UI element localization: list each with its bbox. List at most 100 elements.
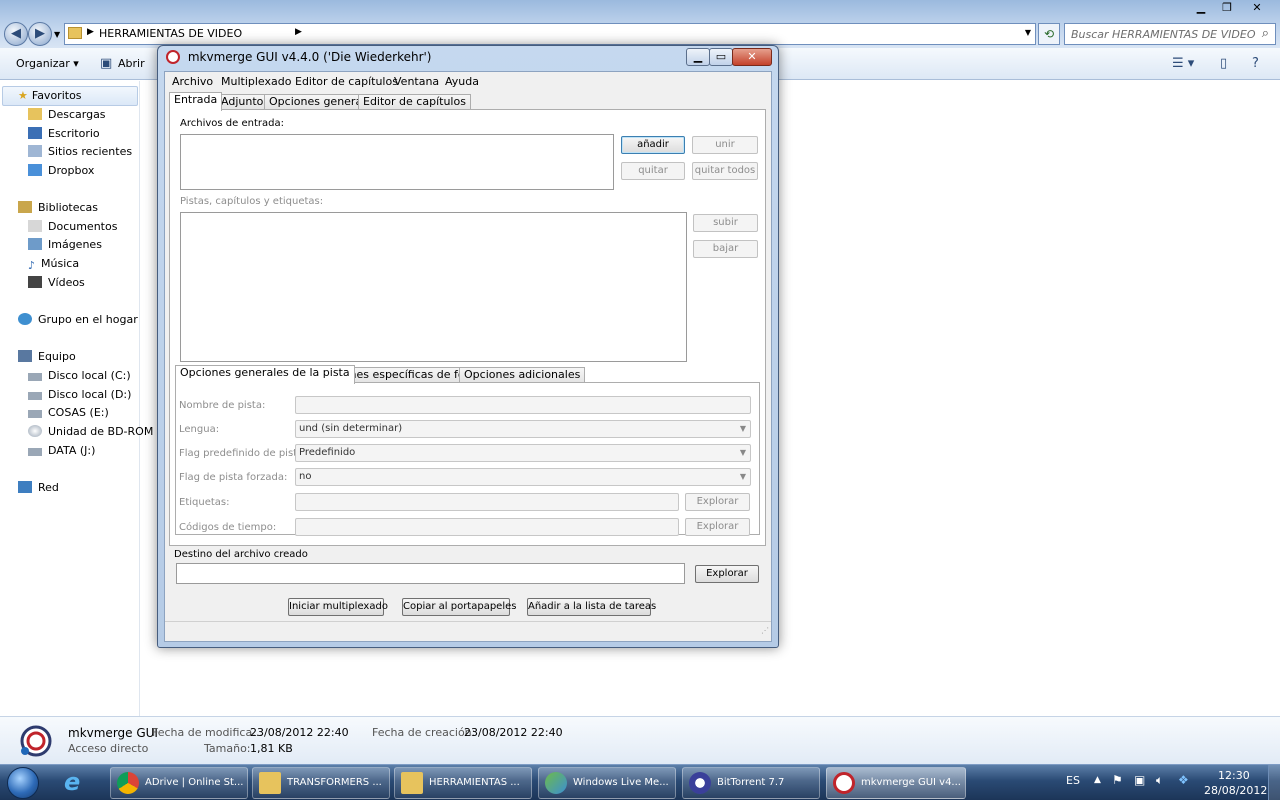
tab-editor-capitulos[interactable]: Editor de capítulos [358,94,471,110]
nav-item-drive-c[interactable]: Disco local (C:) [28,369,131,382]
address-bar[interactable]: ▶ HERRAMIENTAS DE VIDEO ▶ ▼ [64,23,1036,45]
menu-multiplexado[interactable]: Multiplexado [221,75,291,88]
nav-label: Grupo en el hogar [38,313,138,326]
forced-flag-select[interactable]: no ▼ [295,468,751,486]
open-button[interactable]: Abrir [118,57,145,70]
recent-pages-icon[interactable]: ▼ [54,30,60,39]
nav-item-bd-rom[interactable]: Unidad de BD-ROM [28,425,153,438]
nav-item-music[interactable]: ♪ Música [28,257,79,272]
explorer-maximize-button[interactable]: ❐ [1214,0,1240,16]
size-label: Tamaño: [204,742,251,755]
resize-grip-icon[interactable]: ⋰ [761,626,769,635]
explorer-close-button[interactable]: ✕ [1244,0,1270,16]
show-desktop-button[interactable] [1268,765,1280,800]
clock-date[interactable]: 28/08/2012 [1204,784,1267,797]
selected-item-name: mkvmerge GUI [68,726,158,740]
modified-label: Fecha de modifica... [152,726,263,739]
close-button[interactable]: ✕ [732,48,772,66]
default-flag-select[interactable]: Predefinido ▼ [295,444,751,462]
nav-item-drive-d[interactable]: Disco local (D:) [28,388,131,401]
nav-item-dropbox[interactable]: Dropbox [28,164,94,177]
tab-entrada[interactable]: Entrada [169,92,223,111]
breadcrumb[interactable]: HERRAMIENTAS DE VIDEO [99,27,242,40]
created-value: 23/08/2012 22:40 [464,726,563,739]
copy-to-clipboard-button[interactable]: Copiar al portapapeles [402,598,516,616]
tab-track-general-options[interactable]: Opciones generales de la pista [175,365,355,384]
destination-input[interactable] [176,563,685,584]
dropbox-tray-icon[interactable]: ❖ [1178,773,1189,787]
network-tray-icon[interactable]: ▣ [1134,773,1145,787]
chevron-right-icon[interactable]: ▶ [87,27,94,37]
minimize-button[interactable]: ▁ [686,48,710,66]
track-name-input[interactable] [295,396,751,414]
organize-button[interactable]: Organizar ▾ [16,57,79,70]
remove-all-button[interactable]: quitar todos [692,162,758,180]
add-button[interactable]: añadir [621,136,685,154]
nav-homegroup[interactable]: Grupo en el hogar [18,313,138,326]
nav-computer[interactable]: Equipo [18,350,76,363]
menu-editor-capitulos[interactable]: Editor de capítulos [295,75,398,88]
search-icon[interactable]: ⌕ [1262,26,1269,41]
tags-browse-button[interactable]: Explorar [685,493,750,511]
nav-item-recent[interactable]: Sitios recientes [28,145,132,158]
back-button[interactable]: ◀ [4,22,28,46]
action-center-flag-icon[interactable]: ⚑ [1112,773,1123,787]
destination-browse-button[interactable]: Explorar [695,565,759,583]
nav-item-downloads[interactable]: Descargas [28,108,106,121]
taskbar-item-bittorrent[interactable]: BitTorrent 7.7 [682,767,820,799]
nav-item-documents[interactable]: Documentos [28,220,117,233]
status-bar: ⋰ [165,621,771,641]
taskbar-label: HERRAMIENTAS ... [429,777,520,788]
ie-pinned-button[interactable]: e [56,767,102,799]
explorer-minimize-button[interactable]: ▁ [1188,0,1214,16]
taskbar-item-chrome[interactable]: ADrive | Online St... [110,767,248,799]
track-name-label: Nombre de pista: [179,400,266,411]
tab-additional-options[interactable]: Opciones adicionales [459,367,586,383]
taskbar-item-transformers[interactable]: TRANSFORMERS ... [252,767,390,799]
menu-ayuda[interactable]: Ayuda [445,75,479,88]
maximize-button[interactable]: ▭ [709,48,733,66]
nav-network[interactable]: Red [18,481,59,494]
move-up-button[interactable]: subir [693,214,758,232]
add-to-job-queue-button[interactable]: Añadir a la lista de tareas [527,598,656,616]
chevron-down-icon[interactable]: ▼ [1025,28,1031,37]
nav-libraries[interactable]: Bibliotecas [18,201,98,214]
language-select[interactable]: und (sin determinar) ▼ [295,420,751,438]
nav-item-drive-e[interactable]: COSAS (E:) [28,406,109,419]
tracks-list[interactable] [180,212,687,362]
refresh-button[interactable]: ⟲ [1038,23,1060,45]
taskbar-item-herramientas[interactable]: HERRAMIENTAS ... [394,767,532,799]
help-icon[interactable]: ? [1252,56,1259,71]
nav-item-drive-j[interactable]: DATA (J:) [28,444,95,457]
taskbar-item-mkvmerge[interactable]: mkvmerge GUI v4... [826,767,966,799]
preview-pane-icon[interactable]: ▯ [1220,56,1227,71]
nav-label: Imágenes [48,238,102,251]
start-button[interactable] [2,765,46,800]
menu-archivo[interactable]: Archivo [172,75,213,88]
language-indicator[interactable]: ES [1066,774,1080,787]
view-options-icon[interactable]: ☰ ▾ [1172,56,1194,71]
chevron-right-icon[interactable]: ▶ [295,27,302,37]
nav-item-desktop[interactable]: Escritorio [28,127,100,140]
move-down-button[interactable]: bajar [693,240,758,258]
timecodes-browse-button[interactable]: Explorar [685,518,750,536]
chrome-icon [117,772,139,794]
remove-button[interactable]: quitar [621,162,685,180]
clock-time[interactable]: 12:30 [1218,769,1250,782]
start-muxing-button[interactable]: Iniciar multiplexado [288,598,388,616]
documents-icon [28,220,42,232]
input-files-list[interactable] [180,134,614,190]
taskbar-item-messenger[interactable]: Windows Live Me... [538,767,676,799]
forward-button[interactable]: ▶ [28,22,52,46]
timecodes-input[interactable] [295,518,679,536]
nav-item-images[interactable]: Imágenes [28,238,102,251]
join-button[interactable]: unir [692,136,758,154]
search-input[interactable]: Buscar HERRAMIENTAS DE VIDEO ⌕ [1064,23,1276,45]
show-hidden-icons-icon[interactable]: ▲ [1094,775,1101,785]
tags-input[interactable] [295,493,679,511]
nav-favorites[interactable]: ★ Favoritos [18,89,82,102]
nav-item-videos[interactable]: Vídeos [28,276,85,289]
menu-ventana[interactable]: Ventana [394,75,439,88]
volume-icon[interactable]: 🔈︎ [1156,773,1163,788]
downloads-icon [28,108,42,120]
